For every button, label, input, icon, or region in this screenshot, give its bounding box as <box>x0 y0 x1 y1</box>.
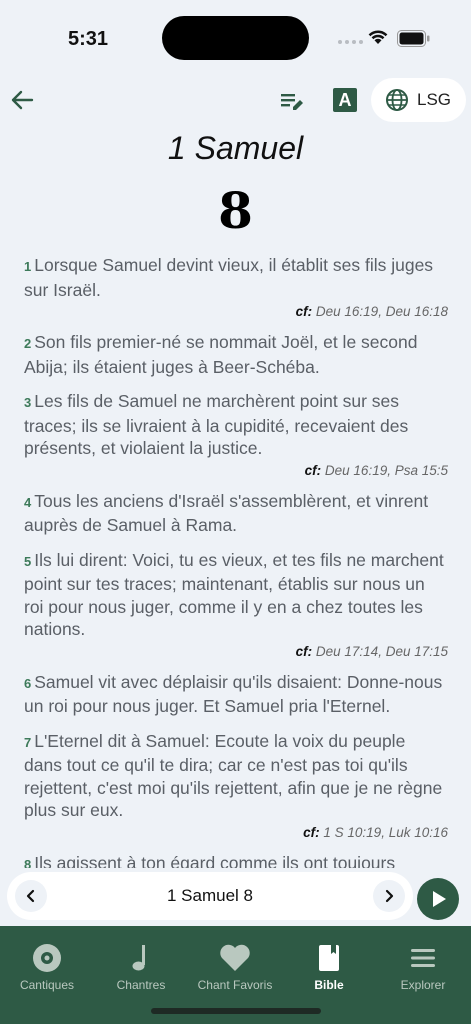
tab-label: Chant Favoris <box>197 978 273 992</box>
verse-content: Lorsque Samuel devint vieux, il établit … <box>24 255 434 300</box>
verse-content: Ils lui dirent: Voici, tu es vieux, et t… <box>24 549 444 640</box>
cross-reference[interactable]: cf: Deu 16:19, Deu 16:18 <box>24 304 448 319</box>
dynamic-island <box>162 16 309 60</box>
verse-text: 1 Lorsque Samuel devint vieux, il établit… <box>24 254 448 301</box>
cross-reference-list: Deu 16:19, Psa 15:5 <box>324 462 448 478</box>
tab-label: Explorer <box>400 978 446 992</box>
version-label: LSG <box>417 90 452 109</box>
bible-version-button[interactable]: LSG <box>371 78 466 122</box>
verse-item[interactable]: 3 Les fils de Samuel ne marchèrent point … <box>24 390 448 478</box>
cross-reference[interactable]: cf: Deu 16:19, Psa 15:5 <box>24 463 448 478</box>
cross-reference-list: Deu 17:14, Deu 17:15 <box>315 643 448 659</box>
chapter-navigator: 1 Samuel 8 <box>7 872 413 920</box>
verse-number: 8 <box>24 856 32 869</box>
tab-chant-favoris[interactable]: Chant Favoris <box>188 942 282 992</box>
tab-chantres[interactable]: Chantres <box>94 942 188 992</box>
bible-book-icon <box>319 945 339 971</box>
verse-number: 5 <box>24 553 32 569</box>
verse-number: 7 <box>24 734 32 750</box>
verse-content: Tous les anciens d'Israël s'assemblèrent… <box>24 490 429 536</box>
chapter-number: 8 <box>218 181 253 240</box>
verse-content: Samuel vit avec déplaisir qu'ils disaien… <box>24 671 443 717</box>
verse-text: 7 L'Eternel dit à Samuel: Ecoute la voix … <box>24 730 448 822</box>
book-title: 1 Samuel <box>167 130 304 166</box>
verse-text: 4 Tous les anciens d'Israël s'assemblèren… <box>24 490 448 537</box>
cross-reference-label: cf: <box>303 824 320 840</box>
chevron-right-icon <box>385 889 394 903</box>
verse-content: Ils agissent à ton égard comme ils ont t… <box>34 852 396 869</box>
tab-explorer[interactable]: Explorer <box>376 942 470 992</box>
battery-icon <box>397 30 430 47</box>
verse-number: 1 <box>24 259 32 274</box>
tab-bar: Cantiques Chantres Chant Favoris Bible E… <box>0 926 471 1024</box>
globe-icon <box>386 89 408 111</box>
wifi-icon <box>368 30 388 44</box>
cross-reference-list: 1 S 10:19, Luk 10:16 <box>323 824 448 840</box>
disc-icon <box>33 944 61 972</box>
verse-content: L'Eternel dit à Samuel: Ecoute la voix d… <box>24 730 443 821</box>
verse-content: Les fils de Samuel ne marchèrent point s… <box>24 391 409 458</box>
verse-number: 6 <box>24 675 32 691</box>
verse-item[interactable]: 2 Son fils premier-né se nommait Joël, et… <box>24 331 448 378</box>
status-bar: 5:31 <box>0 0 471 70</box>
verse-number: 3 <box>24 395 32 410</box>
heart-icon <box>220 944 250 971</box>
verse-item[interactable]: 5 Ils lui dirent: Voici, tu es vieux, et … <box>24 549 448 659</box>
verse-item[interactable]: 1 Lorsque Samuel devint vieux, il établit… <box>24 254 448 319</box>
cross-reference[interactable]: cf: Deu 17:14, Deu 17:15 <box>24 644 448 659</box>
play-audio-button[interactable] <box>417 878 459 920</box>
cross-reference-list: Deu 16:19, Deu 16:18 <box>315 304 448 319</box>
verse-list[interactable]: 1 Lorsque Samuel devint vieux, il établit… <box>24 254 448 868</box>
verse-content: Son fils premier-né se nommait Joël, et … <box>24 332 418 377</box>
home-indicator <box>151 1008 321 1014</box>
status-time: 5:31 <box>68 28 109 50</box>
tab-label: Cantiques <box>19 978 75 992</box>
signal-icon <box>338 40 363 44</box>
tab-label: Bible <box>314 978 344 992</box>
menu-icon <box>411 949 435 967</box>
verse-text: 3 Les fils de Samuel ne marchèrent point … <box>24 390 448 460</box>
cross-reference-label: cf: <box>304 462 322 478</box>
tab-cantiques[interactable]: Cantiques <box>0 942 94 992</box>
next-chapter-button[interactable] <box>373 880 405 912</box>
verse-item[interactable]: 8 Ils agissent à ton égard comme ils ont … <box>24 852 448 869</box>
current-chapter-label: 1 Samuel 8 <box>167 886 253 905</box>
chevron-left-icon <box>26 889 35 903</box>
cross-reference-label: cf: <box>295 643 313 659</box>
music-note-icon <box>132 945 145 971</box>
verse-text: 2 Son fils premier-né se nommait Joël, et… <box>24 331 448 378</box>
back-arrow-icon[interactable] <box>8 86 36 114</box>
verse-number: 2 <box>24 336 32 351</box>
tab-bible[interactable]: Bible <box>282 942 376 992</box>
previous-chapter-button[interactable] <box>15 880 47 912</box>
cross-reference[interactable]: cf: 1 S 10:19, Luk 10:16 <box>24 825 448 840</box>
verse-item[interactable]: 7 L'Eternel dit à Samuel: Ecoute la voix … <box>24 730 448 840</box>
verse-item[interactable]: 4 Tous les anciens d'Israël s'assemblèren… <box>24 490 448 537</box>
verse-number: 4 <box>24 494 32 510</box>
font-size-button[interactable]: A <box>333 88 357 112</box>
play-icon <box>433 891 446 907</box>
verse-text: 5 Ils lui dirent: Voici, tu es vieux, et … <box>24 549 448 641</box>
cross-reference-label: cf: <box>295 304 313 319</box>
verse-text: 6 Samuel vit avec déplaisir qu'ils disaie… <box>24 671 448 718</box>
verse-text: 8 Ils agissent à ton égard comme ils ont … <box>24 852 448 869</box>
edit-notes-icon[interactable] <box>279 88 305 114</box>
tab-label: Chantres <box>116 978 166 992</box>
verse-item[interactable]: 6 Samuel vit avec déplaisir qu'ils disaie… <box>24 671 448 718</box>
